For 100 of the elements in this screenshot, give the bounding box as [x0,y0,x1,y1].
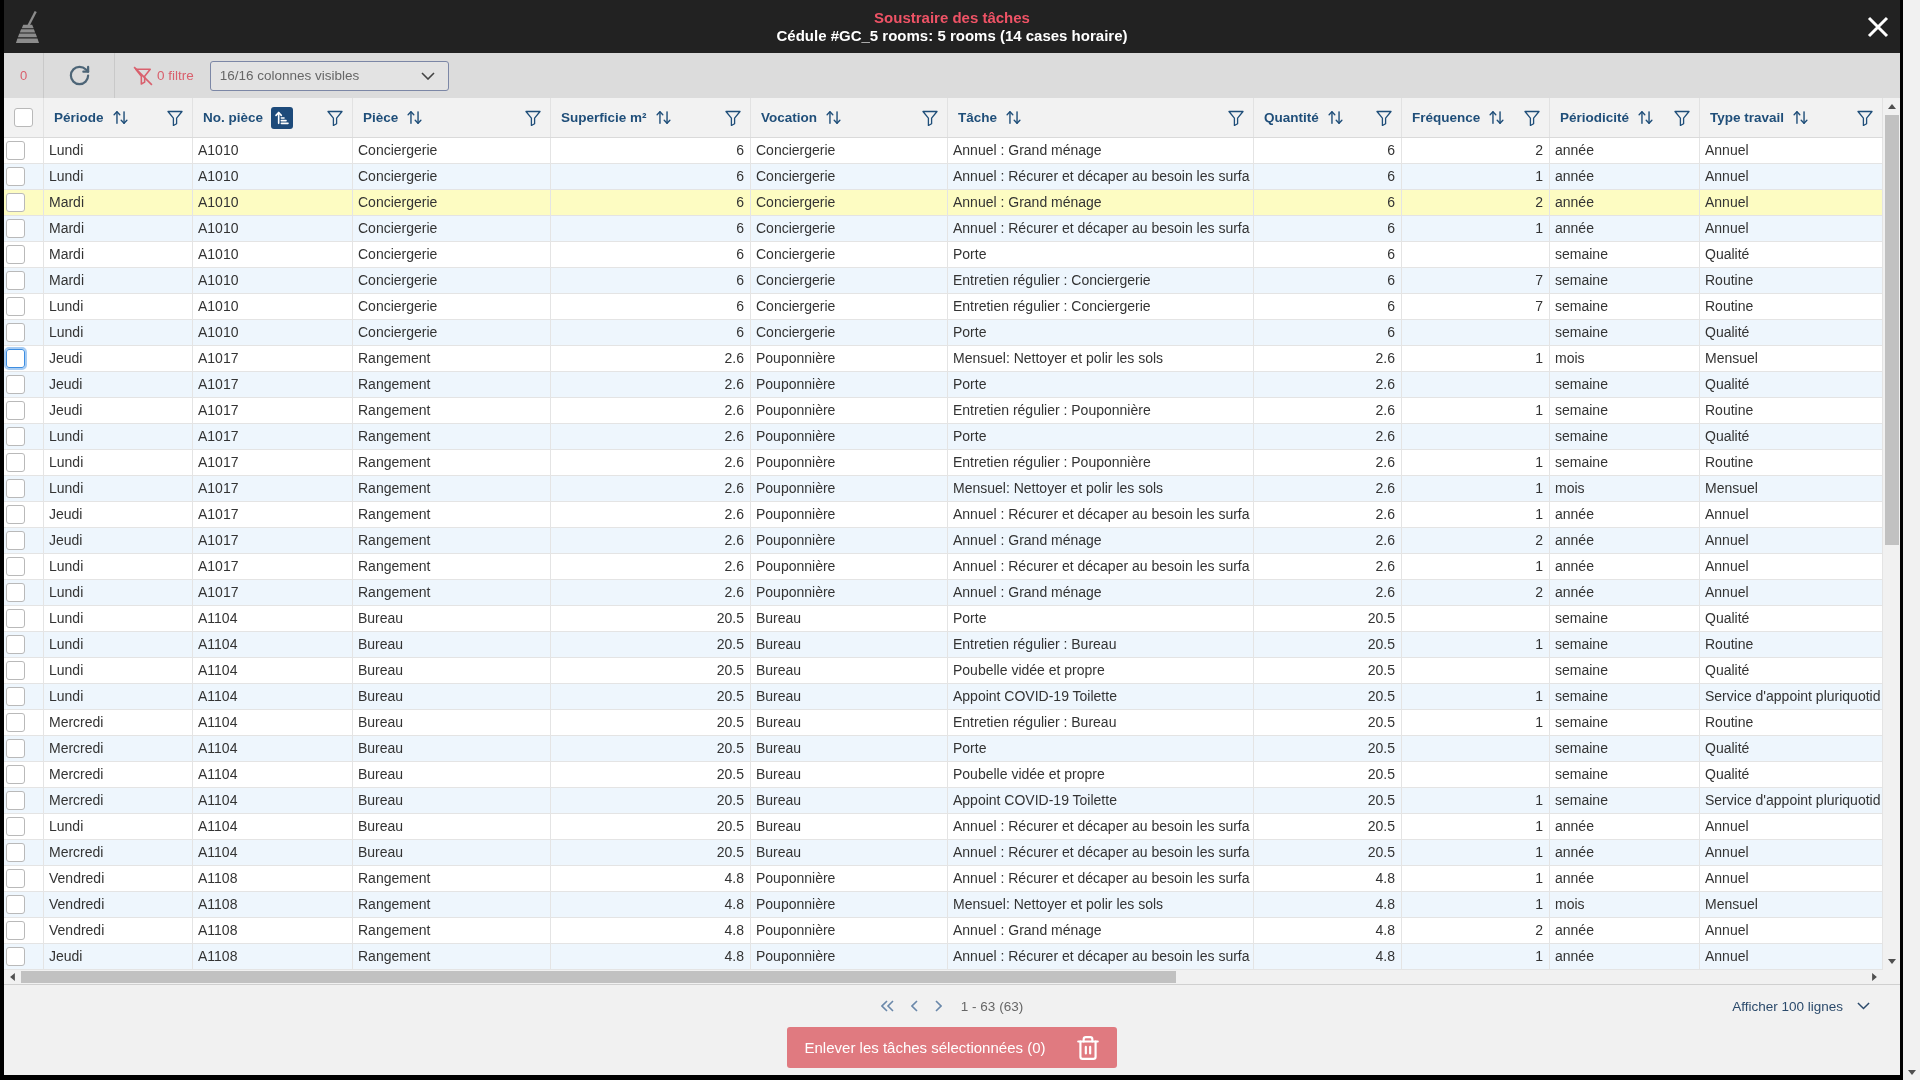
column-title[interactable]: No. pièce [203,110,264,125]
row-checkbox[interactable] [6,713,25,732]
table-row[interactable]: Mercredi A1104 Bureau 20.5 Bureau Porte 20.5 semaine Qualité [4,736,1883,762]
filter-icon[interactable] [1674,109,1690,126]
row-checkbox[interactable] [6,453,25,472]
table-row[interactable]: Jeudi A1017 Rangement 2.6 Pouponnière Entretien régulier : Pouponnière 2.6 1 semaine Routine [4,398,1883,424]
scrollbar-thumb[interactable] [1884,115,1899,545]
first-page-button[interactable] [880,1000,894,1012]
row-checkbox[interactable] [6,297,25,316]
column-title[interactable]: Pièce [363,110,399,125]
columns-dropdown[interactable]: 16/16 colonnes visibles [209,60,449,91]
up-triangle-icon[interactable] [1887,104,1896,109]
row-checkbox[interactable] [6,271,25,290]
row-checkbox[interactable] [6,583,25,602]
sort-icon[interactable] [406,109,424,126]
sort-ascending-icon[interactable] [271,106,294,129]
row-checkbox[interactable] [6,427,25,446]
page-scrollbar[interactable] [1903,0,1920,1080]
table-row[interactable]: Jeudi A1108 Rangement 4.8 Pouponnière Annuel : Récurer et décaper au besoin les surfa 4.8 1 année Annuel [4,944,1883,970]
table-row[interactable]: Mercredi A1104 Bureau 20.5 Bureau Entretien régulier : Bureau 20.5 1 semaine Routine [4,710,1883,736]
table-row[interactable]: Lundi A1010 Conciergerie 6 Conciergerie Annuel : Récurer et décaper au besoin les surfa 6 1 année Annuel [4,164,1883,190]
right-triangle-icon[interactable] [1872,973,1877,981]
table-row[interactable]: Jeudi A1017 Rangement 2.6 Pouponnière Porte 2.6 semaine Qualité [4,372,1883,398]
column-title[interactable]: Type travail [1710,110,1785,125]
table-row[interactable]: Lundi A1017 Rangement 2.6 Pouponnière Annuel : Récurer et décaper au besoin les surfa 2.6 1 année Annuel [4,554,1883,580]
row-checkbox[interactable] [6,947,25,966]
row-checkbox[interactable] [6,661,25,680]
next-page-button[interactable] [934,1000,942,1012]
table-row[interactable]: Mercredi A1104 Bureau 20.5 Bureau Annuel : Récurer et décaper au besoin les surfa 20.5 1 année Annuel [4,840,1883,866]
left-triangle-icon[interactable] [10,973,15,981]
row-checkbox[interactable] [6,921,25,940]
filter-icon[interactable] [525,109,541,126]
previous-page-button[interactable] [910,1000,918,1012]
column-title[interactable]: Tâche [958,110,998,125]
sort-icon[interactable] [1637,109,1655,126]
column-title[interactable]: Superficie m² [561,110,647,125]
sort-icon[interactable] [1792,109,1810,126]
row-checkbox[interactable] [6,479,25,498]
row-checkbox[interactable] [6,843,25,862]
table-row[interactable]: Lundi A1104 Bureau 20.5 Bureau Porte 20.5 semaine Qualité [4,606,1883,632]
filter-icon[interactable] [1524,109,1540,126]
table-row[interactable]: Lundi A1017 Rangement 2.6 Pouponnière Mensuel: Nettoyer et polir les sols 2.6 1 mois Mensuel [4,476,1883,502]
table-row[interactable]: Mardi A1010 Conciergerie 6 Conciergerie Annuel : Récurer et décaper au besoin les surfa 6 1 année Annuel [4,216,1883,242]
column-title[interactable]: Périodicité [1560,110,1630,125]
row-checkbox[interactable] [6,817,25,836]
row-checkbox[interactable] [6,245,25,264]
table-row[interactable]: Lundi A1104 Bureau 20.5 Bureau Entretien régulier : Bureau 20.5 1 semaine Routine [4,632,1883,658]
table-row[interactable]: Mardi A1010 Conciergerie 6 Conciergerie Entretien régulier : Conciergerie 6 7 semaine Routine [4,268,1883,294]
table-row[interactable]: Vendredi A1108 Rangement 4.8 Pouponnière Annuel : Grand ménage 4.8 2 année Annuel [4,918,1883,944]
row-checkbox[interactable] [6,791,25,810]
filter-icon[interactable] [1376,109,1392,126]
row-checkbox[interactable] [6,895,25,914]
sort-icon[interactable] [111,109,129,126]
table-row[interactable]: Lundi A1104 Bureau 20.5 Bureau Appoint COVID-19 Toilette 20.5 1 semaine Service d'appoint pluriquotid [4,684,1883,710]
table-row[interactable]: Lundi A1104 Bureau 20.5 Bureau Annuel : Récurer et décaper au besoin les surfa 20.5 1 année Annuel [4,814,1883,840]
filter-icon[interactable] [1857,109,1873,126]
sort-icon[interactable] [1326,109,1344,126]
table-row[interactable]: Jeudi A1017 Rangement 2.6 Pouponnière Annuel : Grand ménage 2.6 2 année Annuel [4,528,1883,554]
select-all-checkbox[interactable] [14,108,33,127]
sort-icon[interactable] [1488,109,1506,126]
table-row[interactable]: Lundi A1010 Conciergerie 6 Conciergerie Annuel : Grand ménage 6 2 année Annuel [4,138,1883,164]
row-checkbox[interactable] [6,557,25,576]
table-row[interactable]: Lundi A1010 Conciergerie 6 Conciergerie Porte 6 semaine Qualité [4,320,1883,346]
row-checkbox[interactable] [6,401,25,420]
table-row[interactable]: Lundi A1010 Conciergerie 6 Conciergerie Entretien régulier : Conciergerie 6 7 semaine Routine [4,294,1883,320]
row-checkbox[interactable] [6,375,25,394]
filter-icon[interactable] [327,109,343,126]
filter-icon[interactable] [725,109,741,126]
filter-icon[interactable] [167,109,183,126]
row-checkbox[interactable] [6,531,25,550]
down-triangle-icon[interactable] [1887,959,1896,964]
column-title[interactable]: Vocation [761,110,817,125]
row-checkbox[interactable] [6,687,25,706]
table-row[interactable]: Mercredi A1104 Bureau 20.5 Bureau Poubelle vidée et propre 20.5 semaine Qualité [4,762,1883,788]
row-checkbox[interactable] [6,219,25,238]
row-checkbox[interactable] [6,739,25,758]
sort-icon[interactable] [1005,109,1023,126]
close-button[interactable] [1867,15,1889,38]
table-row[interactable]: Mercredi A1104 Bureau 20.5 Bureau Appoint COVID-19 Toilette 20.5 1 semaine Service d'appoint pluriquotid [4,788,1883,814]
sort-icon[interactable] [654,109,672,126]
filter-icon[interactable] [922,109,938,126]
table-row[interactable]: Lundi A1017 Rangement 2.6 Pouponnière Entretien régulier : Pouponnière 2.6 1 semaine Routine [4,450,1883,476]
table-row[interactable]: Vendredi A1108 Rangement 4.8 Pouponnière Mensuel: Nettoyer et polir les sols 4.8 1 mois Mensuel [4,892,1883,918]
sort-icon[interactable] [825,109,842,126]
row-checkbox[interactable] [6,609,25,628]
table-row[interactable]: Lundi A1017 Rangement 2.6 Pouponnière Annuel : Grand ménage 2.6 2 année Annuel [4,580,1883,606]
row-checkbox[interactable] [6,765,25,784]
table-row[interactable]: Vendredi A1108 Rangement 4.8 Pouponnière Annuel : Récurer et décaper au besoin les surfa 4.8 1 année Annuel [4,866,1883,892]
column-title[interactable]: Période [54,110,104,125]
column-title[interactable]: Fréquence [1412,110,1481,125]
table-row[interactable]: Lundi A1104 Bureau 20.5 Bureau Poubelle vidée et propre 20.5 semaine Qualité [4,658,1883,684]
column-title[interactable]: Quantité [1264,110,1319,125]
row-checkbox[interactable] [6,193,25,212]
table-row[interactable]: Jeudi A1017 Rangement 2.6 Pouponnière Mensuel: Nettoyer et polir les sols 2.6 1 mois Mensuel [4,346,1883,372]
table-row[interactable]: Lundi A1017 Rangement 2.6 Pouponnière Porte 2.6 semaine Qualité [4,424,1883,450]
row-checkbox[interactable] [6,141,25,160]
table-row[interactable]: Mardi A1010 Conciergerie 6 Conciergerie Porte 6 semaine Qualité [4,242,1883,268]
page-size-dropdown[interactable]: Afficher 100 lignes [1732,998,1870,1014]
scrollbar-thumb[interactable] [21,971,1176,983]
filter-icon[interactable] [1228,109,1244,126]
